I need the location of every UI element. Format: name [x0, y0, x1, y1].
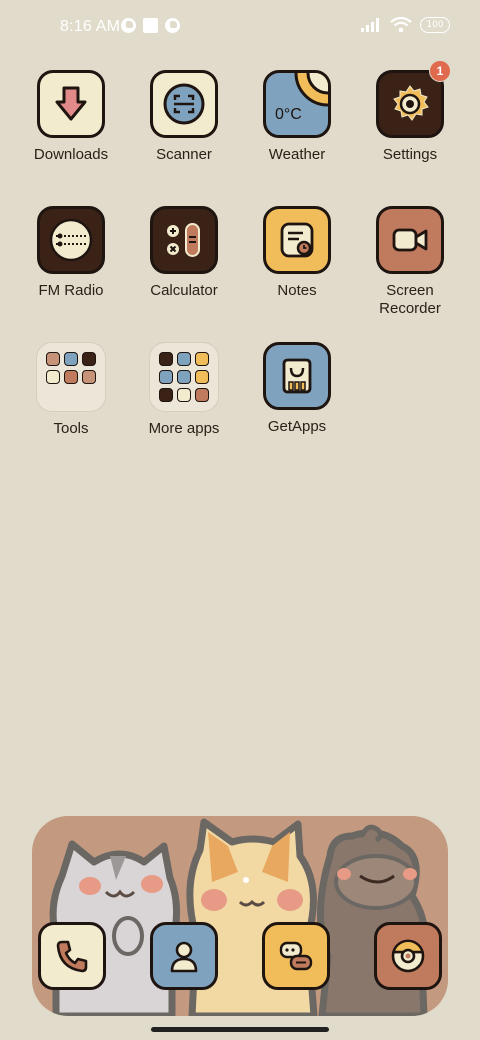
app-weather[interactable]: 0°C Weather — [241, 70, 353, 164]
app-fm-radio[interactable]: FM Radio — [15, 206, 127, 300]
mini-app-icon — [82, 352, 96, 366]
mini-app-icon — [177, 352, 191, 366]
getapps-icon — [263, 342, 331, 410]
video-camera-icon — [376, 206, 444, 274]
app-screen-recorder[interactable]: Screen Recorder — [354, 206, 466, 318]
app-calculator[interactable]: Calculator — [128, 206, 240, 300]
status-time: 8:16 AM — [60, 18, 121, 35]
mini-app-icon — [195, 352, 209, 366]
dock-contacts[interactable] — [150, 922, 218, 990]
folder-tools[interactable]: Tools — [15, 342, 127, 438]
battery-icon: 100 — [420, 17, 450, 33]
mini-app-icon — [82, 370, 96, 384]
system-icons: 100 — [360, 17, 450, 33]
mini-app-icon — [195, 388, 209, 402]
home-indicator[interactable] — [151, 1027, 329, 1032]
folder-icon — [149, 342, 219, 412]
messages-icon — [279, 941, 313, 971]
mini-app-icon — [159, 388, 173, 402]
notification-app-icon — [121, 18, 136, 33]
mini-app-icon — [46, 370, 60, 384]
notification-app-icon — [165, 18, 180, 33]
app-label: Tools — [53, 420, 89, 437]
app-label: Screen Recorder — [379, 282, 441, 317]
dock — [32, 816, 448, 1016]
mini-app-icon — [46, 352, 60, 366]
radio-icon — [37, 206, 105, 274]
app-notes[interactable]: Notes — [241, 206, 353, 300]
app-label: GetApps — [267, 418, 327, 435]
mini-app-icon — [177, 388, 191, 402]
notification-square-icon — [143, 18, 158, 33]
app-label: Calculator — [150, 282, 218, 299]
phone-icon — [56, 940, 88, 973]
status-bar: 8:16 AM 100 — [0, 0, 480, 56]
dock-camera[interactable] — [374, 922, 442, 990]
app-downloads[interactable]: Downloads — [15, 70, 127, 164]
download-icon — [37, 70, 105, 138]
app-label: Settings — [382, 146, 438, 163]
folder-more-apps[interactable]: More apps — [128, 342, 240, 438]
app-label: Scanner — [156, 146, 212, 163]
folder-icon — [36, 342, 106, 412]
app-settings[interactable]: 1 Settings — [354, 60, 466, 164]
app-label: Notes — [277, 282, 317, 299]
mini-app-icon — [159, 370, 173, 384]
app-getapps[interactable]: GetApps — [241, 342, 353, 436]
signal-icon — [361, 18, 379, 32]
camera-icon — [391, 939, 425, 973]
app-scanner[interactable]: Scanner — [128, 70, 240, 164]
app-label: Weather — [268, 146, 326, 163]
app-label: FM Radio — [38, 282, 104, 299]
weather-temp: 0°C — [275, 106, 302, 123]
mini-app-icon — [195, 370, 209, 384]
mini-app-icon — [64, 352, 78, 366]
mini-app-icon — [177, 370, 191, 384]
wifi-icon — [390, 17, 412, 33]
gear-icon: 1 — [376, 60, 451, 138]
calculator-icon — [150, 206, 218, 274]
notification-badge: 1 — [429, 60, 451, 82]
app-label: Downloads — [33, 146, 109, 163]
contacts-icon — [170, 941, 198, 973]
notes-icon — [263, 206, 331, 274]
weather-icon: 0°C — [263, 70, 331, 138]
dock-phone[interactable] — [38, 922, 106, 990]
app-label: More apps — [148, 420, 220, 437]
scanner-icon — [150, 70, 218, 138]
mini-app-icon — [159, 352, 173, 366]
dock-messages[interactable] — [262, 922, 330, 990]
notification-icons — [121, 18, 180, 33]
mini-app-icon — [64, 370, 78, 384]
